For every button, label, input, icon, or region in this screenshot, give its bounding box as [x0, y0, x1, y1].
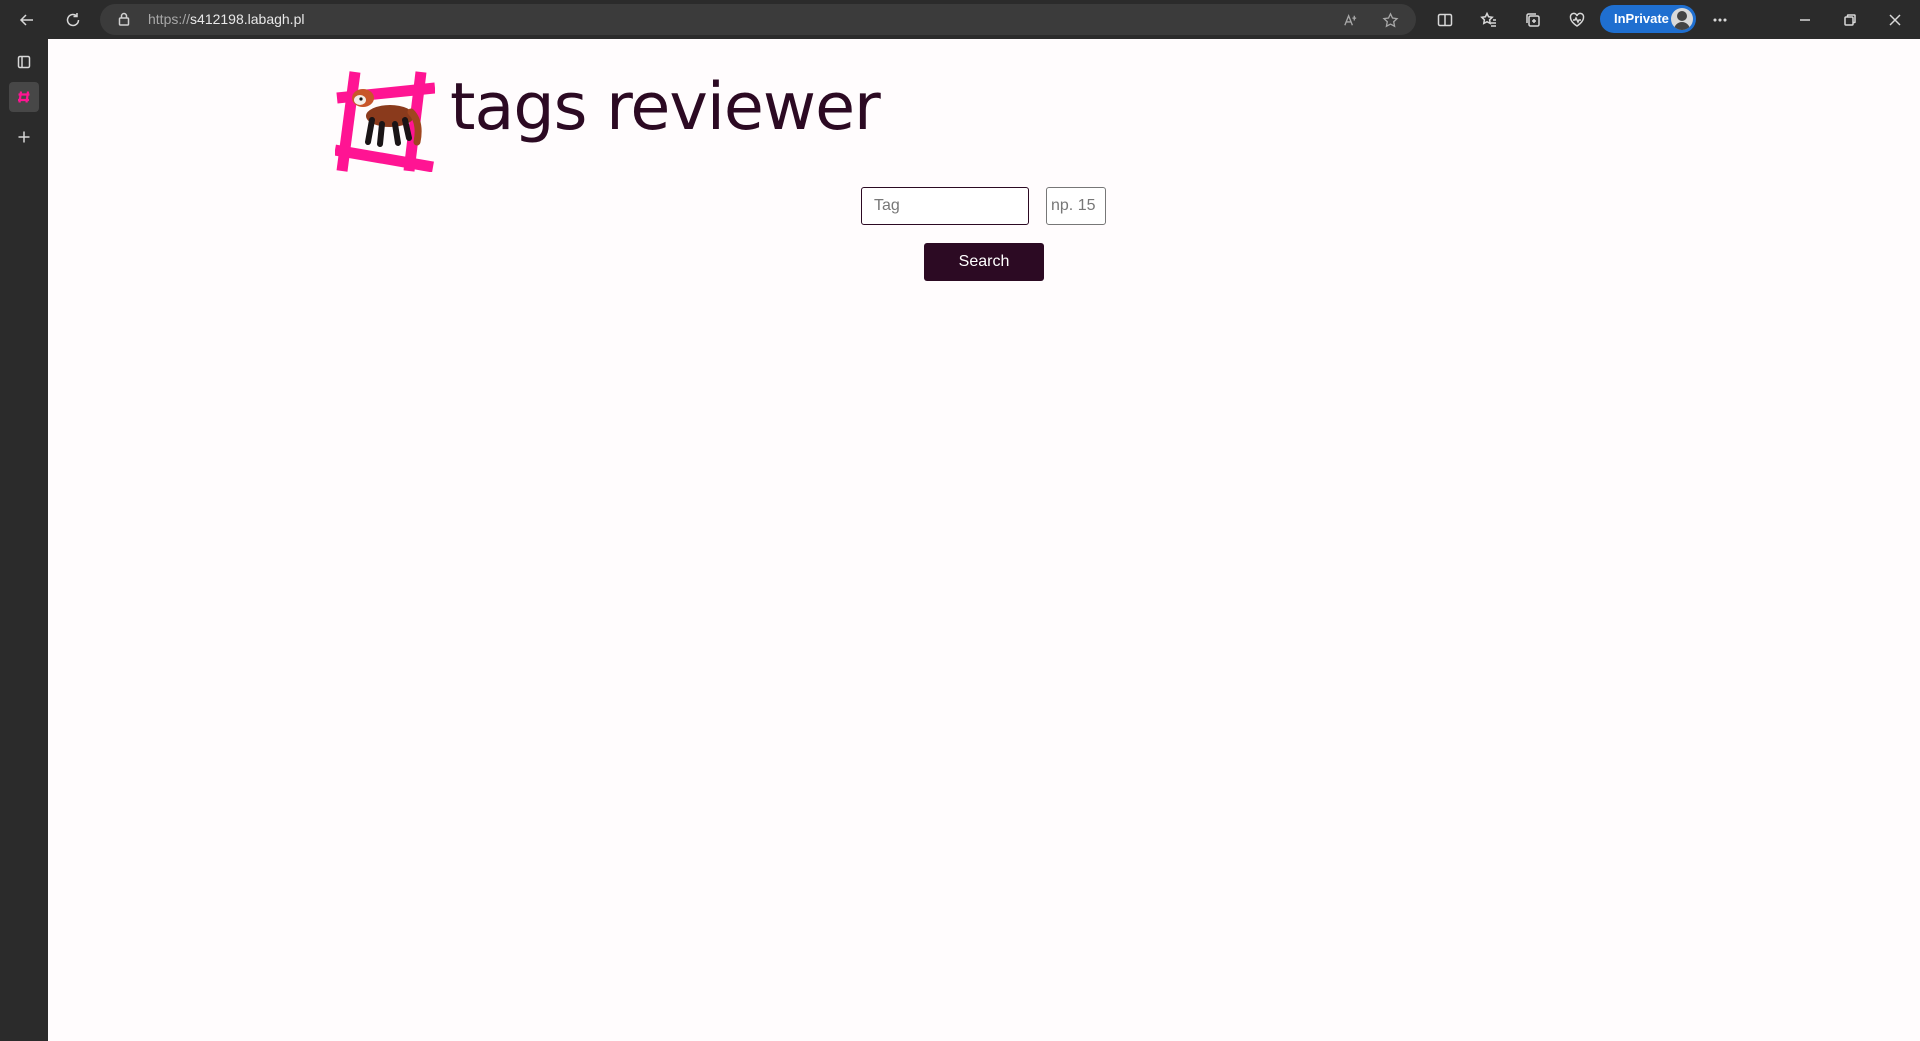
favorites-icon[interactable]: [1474, 5, 1504, 34]
favorite-star-icon[interactable]: [1380, 10, 1400, 30]
search-button[interactable]: Search: [924, 243, 1044, 281]
tag-input[interactable]: [861, 187, 1029, 225]
browser-toolbar: https://s412198.labagh.pl InPrivate: [0, 0, 1920, 39]
close-icon[interactable]: [1880, 5, 1910, 34]
site-logo: [334, 70, 436, 173]
url-text[interactable]: https://s412198.labagh.pl: [148, 11, 304, 27]
address-bar[interactable]: https://s412198.labagh.pl: [100, 4, 1416, 35]
back-icon[interactable]: [12, 5, 42, 34]
minimize-icon[interactable]: [1790, 5, 1820, 34]
inprivate-profile-button[interactable]: InPrivate: [1600, 5, 1696, 33]
more-icon[interactable]: [1705, 5, 1735, 34]
tab-actions-icon[interactable]: [9, 47, 39, 77]
split-screen-icon[interactable]: [1430, 5, 1460, 34]
count-input[interactable]: [1046, 187, 1106, 225]
read-aloud-icon[interactable]: [1340, 10, 1360, 30]
refresh-icon[interactable]: [58, 5, 88, 34]
collections-icon[interactable]: [1518, 5, 1548, 34]
site-tab-icon[interactable]: [9, 82, 39, 112]
web-page: tags reviewer Search: [48, 39, 1920, 1041]
avatar: [1671, 8, 1693, 30]
new-tab-icon[interactable]: [9, 122, 39, 152]
url-host: s412198.labagh.pl: [190, 11, 305, 27]
vertical-tabs-sidebar: [0, 39, 48, 1041]
browser-essentials-icon[interactable]: [1562, 5, 1592, 34]
restore-icon[interactable]: [1835, 5, 1865, 34]
lock-icon[interactable]: [116, 11, 132, 27]
url-scheme: https://: [148, 11, 191, 27]
inprivate-label: InPrivate: [1614, 11, 1669, 26]
page-title: tags reviewer: [450, 70, 881, 145]
